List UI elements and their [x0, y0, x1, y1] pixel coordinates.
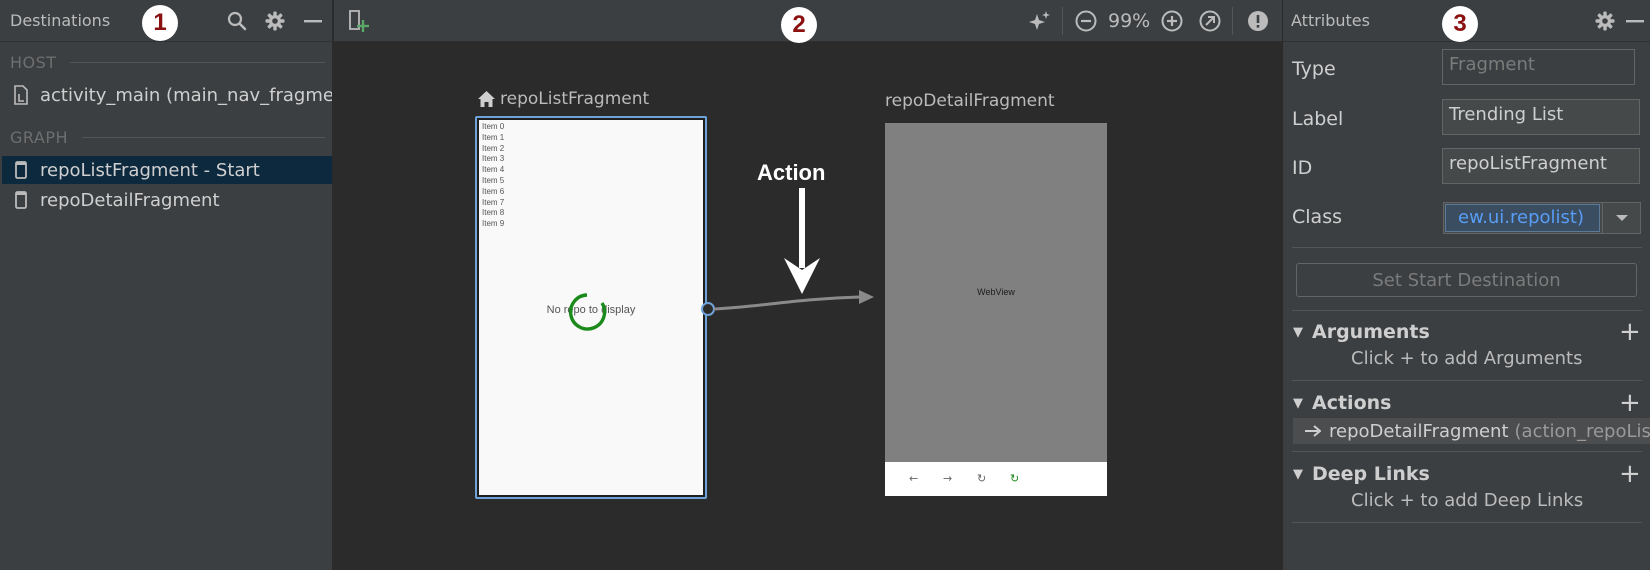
refresh-icon: ↻	[977, 472, 987, 485]
action-list-item[interactable]: repoDetailFragment (action_repoListFragm…	[1293, 418, 1650, 444]
loading-icon: ↻	[1010, 472, 1020, 485]
navigation-graph-canvas[interactable]: 99% repoListFragment Item 0 Item 1 Item …	[334, 0, 1282, 570]
host-section-divider	[70, 62, 325, 63]
collapse-triangle-icon: ▼	[1293, 466, 1303, 482]
deep-links-title: Deep Links	[1312, 463, 1430, 485]
arguments-hint: Click + to add Arguments	[1351, 348, 1583, 369]
action-annotation-arrow	[784, 188, 820, 294]
zoom-out-icon[interactable]	[1074, 9, 1098, 33]
list-item: Item 3	[482, 154, 505, 164]
zoom-level: 99%	[1108, 10, 1151, 32]
loading-spinner-icon	[567, 292, 607, 336]
destinations-title: Destinations	[10, 11, 111, 30]
graph-item-repodetailfragment[interactable]: repoDetailFragment	[2, 186, 332, 214]
webview-label: WebView	[977, 287, 1015, 297]
add-argument-button[interactable]: +	[1619, 319, 1641, 345]
graph-item-label: repoDetailFragment	[40, 189, 220, 211]
layout-file-icon	[2, 85, 40, 105]
callout-badge-1: 1	[142, 5, 178, 41]
repolistfragment-node[interactable]: Item 0 Item 1 Item 2 Item 3 Item 4 Item …	[475, 116, 707, 499]
auto-arrange-icon[interactable]	[1028, 9, 1052, 33]
arguments-section-header[interactable]: ▼ Arguments	[1293, 321, 1430, 343]
minimize-icon[interactable]	[1623, 9, 1647, 33]
action-id: (action_repoListFragment_to_repoDetailFr…	[1514, 420, 1650, 442]
class-label: Class	[1292, 206, 1342, 228]
list-item: Item 7	[482, 197, 505, 207]
graph-section-divider	[82, 137, 325, 138]
host-item-label: activity_main (main_nav_fragment)	[40, 84, 333, 106]
list-item: Item 5	[482, 176, 505, 185]
list-item: Item 0	[482, 122, 505, 131]
set-start-destination-button[interactable]: Set Start Destination	[1296, 263, 1637, 297]
list-item: Item 9	[482, 219, 505, 229]
action-anchor-handle[interactable]	[701, 302, 715, 316]
screen-icon	[2, 161, 40, 179]
graph-item-repolistfragment[interactable]: repoListFragment - Start	[2, 156, 332, 184]
type-label: Type	[1292, 58, 1336, 80]
toolbar-separator	[1232, 7, 1233, 35]
divider	[1292, 522, 1642, 523]
toolbar-separator	[1062, 7, 1063, 35]
graph-section-title: GRAPH	[10, 128, 68, 147]
class-combobox[interactable]: ew.ui.repolist)	[1443, 202, 1641, 234]
collapse-triangle-icon: ▼	[1293, 324, 1303, 340]
destinations-panel: Destinations HOST activity_main (main_na…	[0, 0, 333, 570]
gear-icon[interactable]	[263, 9, 287, 33]
detail-fragment-label: repoDetailFragment	[885, 91, 1055, 111]
list-item: Item 2	[482, 143, 505, 153]
back-arrow-icon: ←	[909, 472, 919, 485]
minimize-icon[interactable]	[301, 9, 325, 33]
action-destination: repoDetailFragment	[1329, 420, 1509, 442]
arrow-right-icon	[1305, 425, 1321, 437]
list-item: Item 8	[482, 208, 505, 218]
label-label: Label	[1292, 108, 1344, 130]
screen-icon	[2, 191, 40, 209]
add-destination-icon[interactable]	[346, 9, 372, 33]
warning-icon[interactable]	[1246, 9, 1270, 33]
zoom-in-icon[interactable]	[1160, 9, 1184, 33]
divider	[1292, 451, 1642, 452]
callout-badge-2: 2	[781, 7, 817, 43]
chevron-down-icon[interactable]	[1602, 203, 1640, 233]
graph-item-label: repoListFragment - Start	[40, 159, 260, 181]
label-field[interactable]: Trending List	[1442, 99, 1640, 135]
arguments-title: Arguments	[1312, 321, 1430, 343]
actions-title: Actions	[1312, 392, 1392, 414]
add-action-button[interactable]: +	[1619, 390, 1641, 416]
deep-links-hint: Click + to add Deep Links	[1351, 490, 1584, 511]
type-field: Fragment	[1442, 49, 1635, 85]
browser-bar: ← → ↻ ↻	[885, 462, 1107, 496]
list-item: Item 1	[482, 132, 505, 142]
actions-section-header[interactable]: ▼ Actions	[1293, 392, 1391, 414]
list-item: Item 6	[482, 186, 505, 196]
attributes-title: Attributes	[1291, 11, 1370, 30]
search-icon[interactable]	[225, 9, 249, 33]
list-fragment-label: repoListFragment	[500, 89, 650, 109]
collapse-triangle-icon: ▼	[1293, 395, 1303, 411]
id-field[interactable]: repoListFragment	[1442, 148, 1640, 184]
host-item[interactable]: activity_main (main_nav_fragment)	[2, 81, 333, 109]
add-deep-link-button[interactable]: +	[1619, 461, 1641, 487]
list-item: Item 4	[482, 165, 505, 175]
divider	[1292, 380, 1642, 381]
home-icon	[477, 90, 496, 108]
gear-icon[interactable]	[1593, 9, 1617, 33]
forward-arrow-icon: →	[943, 472, 953, 485]
divider	[1292, 310, 1642, 311]
list-fragment-title: repoListFragment	[477, 89, 649, 109]
class-value[interactable]: ew.ui.repolist)	[1445, 204, 1600, 232]
zoom-to-fit-icon[interactable]	[1198, 9, 1222, 33]
deep-links-section-header[interactable]: ▼ Deep Links	[1293, 463, 1430, 485]
attributes-panel: Attributes Type Fragment Label Trending …	[1282, 0, 1650, 570]
host-section-title: HOST	[10, 53, 57, 72]
id-label: ID	[1292, 157, 1313, 179]
repodetailfragment-node[interactable]: WebView ← → ↻ ↻	[885, 123, 1107, 496]
action-annotation-label: Action	[757, 160, 826, 185]
divider	[1292, 247, 1642, 248]
callout-badge-3: 3	[1442, 6, 1478, 42]
repolistfragment-preview: Item 0 Item 1 Item 2 Item 3 Item 4 Item …	[479, 120, 703, 495]
